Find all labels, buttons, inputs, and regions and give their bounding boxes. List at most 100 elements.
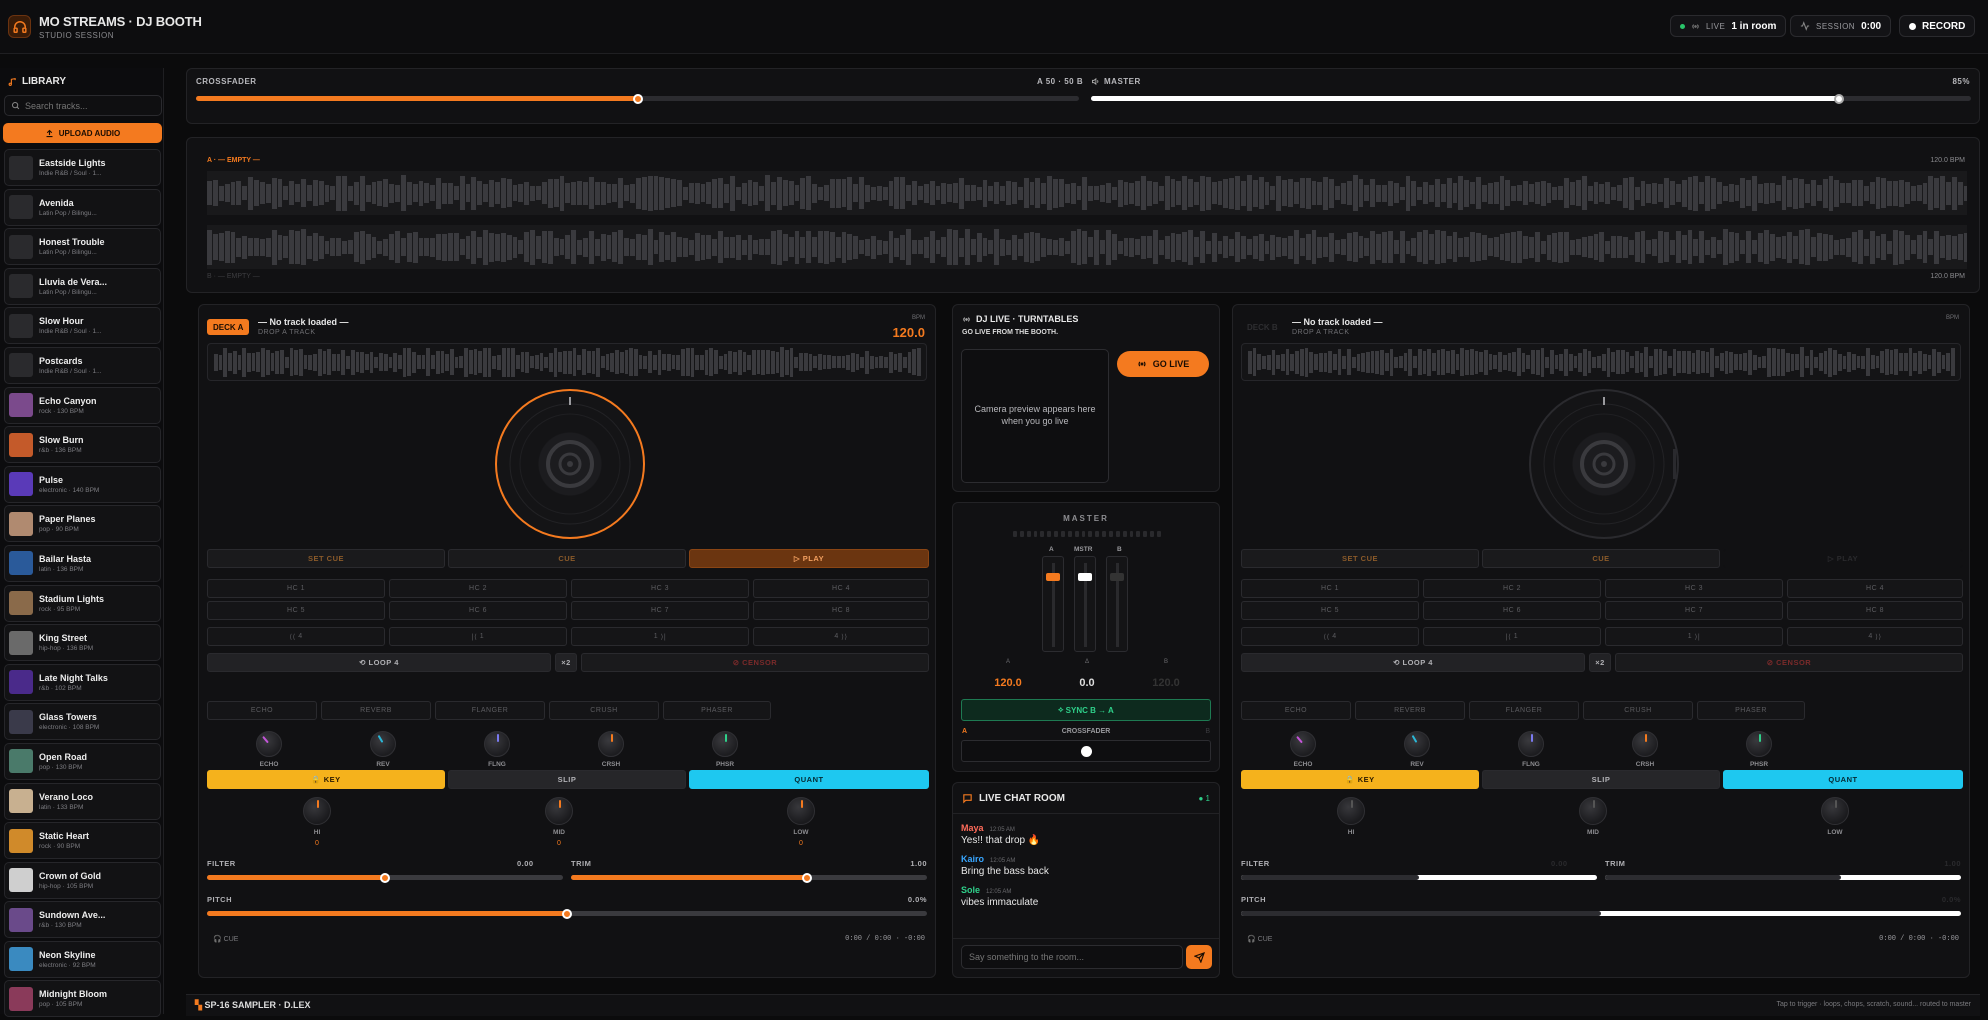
deck-b-fx-flng-knob[interactable] [1518, 731, 1544, 757]
deck-a-loop-button[interactable]: ⟲ LOOP 4 [207, 653, 551, 672]
deck-b-fx-crsh-knob[interactable] [1632, 731, 1658, 757]
track-list-item[interactable]: Honest Trouble Latin Pop / Bilingu... [4, 228, 161, 266]
deck-a-trim-slider[interactable] [571, 872, 927, 883]
track-list-item[interactable]: Sundown Ave... r&b · 130 BPM [4, 901, 161, 939]
track-list-item[interactable]: Lluvia de Vera... Latin Pop / Bilingu... [4, 267, 161, 305]
deck-a-jump-fwd-1[interactable]: 1 ⟩| [571, 627, 749, 646]
deck-b-fx-phsr-knob[interactable] [1746, 731, 1772, 757]
deck-a-jump-back-4[interactable]: ⟨⟨ 4 [207, 627, 385, 646]
deck-b-jump-fwd-4[interactable]: 4 ⟩⟩ [1787, 627, 1963, 646]
deck-b-jump-fwd-1[interactable]: 1 ⟩| [1605, 627, 1783, 646]
deck-a-hot-cue-7[interactable]: HC 7 [571, 601, 749, 620]
deck-a-hot-cue-2[interactable]: HC 2 [389, 579, 567, 598]
track-list-item[interactable]: Open Road pop · 130 BPM [4, 742, 161, 780]
deck-a-filter-slider[interactable] [207, 872, 563, 883]
deck-b-set-cue-button[interactable]: SET CUE [1241, 549, 1479, 568]
deck-a-fx-crush-button[interactable]: CRUSH [549, 701, 659, 720]
deck-a-fx-echo-button[interactable]: ECHO [207, 701, 317, 720]
pitch-handle[interactable] [562, 908, 572, 919]
track-list-item[interactable]: Avenida Latin Pop / Bilingu... [4, 188, 161, 226]
deck-a-eq-low-knob[interactable] [787, 797, 815, 825]
overview-waveform-a[interactable] [207, 171, 1967, 215]
deck-a-hot-cue-3[interactable]: HC 3 [571, 579, 749, 598]
deck-a-key-button[interactable]: 🔒 KEY [207, 770, 445, 789]
track-list-item[interactable]: Postcards Indie R&B / Soul · 1... [4, 346, 161, 384]
deck-b-fx-echo-button[interactable]: ECHO [1241, 701, 1351, 720]
crossfader-handle[interactable] [632, 93, 643, 104]
track-list-item[interactable]: Slow Hour Indie R&B / Soul · 1... [4, 307, 161, 345]
track-list-item[interactable]: Pulse electronic · 140 BPM [4, 465, 161, 503]
deck-b-hot-cue-7[interactable]: HC 7 [1605, 601, 1783, 620]
record-button[interactable]: RECORD [1899, 15, 1976, 37]
deck-a-slip-button[interactable]: SLIP [448, 770, 686, 789]
deck-b-play-button[interactable]: ▷ PLAY [1723, 549, 1963, 568]
deck-a-hot-cue-8[interactable]: HC 8 [753, 601, 929, 620]
channel-a-fader[interactable] [1042, 556, 1064, 652]
deck-a-pitch-slider[interactable] [207, 908, 927, 919]
deck-a-fx-reverb-button[interactable]: REVERB [321, 701, 431, 720]
deck-b-hot-cue-8[interactable]: HC 8 [1787, 601, 1963, 620]
sync-button[interactable]: ⟡ SYNC B → A [961, 699, 1211, 721]
deck-a-cue-toggle[interactable]: 🎧 CUE [213, 935, 238, 943]
go-live-button[interactable]: GO LIVE [1117, 351, 1209, 377]
deck-b-pitch-slider[interactable] [1241, 911, 1961, 916]
track-list-item[interactable]: Midnight Bloom pop · 105 BPM [4, 980, 161, 1018]
track-list-item[interactable]: Crown of Gold hip-hop · 105 BPM [4, 861, 161, 899]
deck-b-hot-cue-6[interactable]: HC 6 [1423, 601, 1601, 620]
deck-a-fx-echo-knob[interactable] [256, 731, 282, 757]
track-list-item[interactable]: Paper Planes pop · 90 BPM [4, 505, 161, 543]
chat-send-button[interactable] [1186, 945, 1212, 969]
deck-b-hot-cue-4[interactable]: HC 4 [1787, 579, 1963, 598]
chat-input[interactable] [969, 952, 1179, 962]
track-list-item[interactable]: King Street hip-hop · 136 BPM [4, 624, 161, 662]
deck-b-cue-toggle[interactable]: 🎧 CUE [1247, 935, 1272, 943]
deck-b-trim-slider[interactable] [1605, 875, 1961, 880]
deck-a-fx-flng-knob[interactable] [484, 731, 510, 757]
filter-handle[interactable] [380, 872, 390, 883]
deck-b-fx-phaser-button[interactable]: PHASER [1697, 701, 1805, 720]
deck-b-hot-cue-1[interactable]: HC 1 [1241, 579, 1419, 598]
deck-b-loop-button[interactable]: ⟲ LOOP 4 [1241, 653, 1585, 672]
deck-b-waveform[interactable] [1241, 343, 1961, 381]
deck-a-set-cue-button[interactable]: SET CUE [207, 549, 445, 568]
deck-b-censor-button[interactable]: ⊘ CENSOR [1615, 653, 1963, 672]
track-list-item[interactable]: Eastside Lights Indie R&B / Soul · 1... [4, 149, 161, 186]
deck-a-eq-hi-knob[interactable] [303, 797, 331, 825]
deck-a-jump-back-1[interactable]: |⟨ 1 [389, 627, 567, 646]
deck-a-platter[interactable] [495, 389, 645, 539]
crossfader-slider[interactable] [196, 93, 1079, 104]
deck-b-fx-rev-knob[interactable] [1404, 731, 1430, 757]
deck-b-fx-echo-knob[interactable] [1290, 731, 1316, 757]
track-list-item[interactable]: Verano Loco latin · 133 BPM [4, 782, 161, 820]
deck-b-eq-mid-knob[interactable] [1579, 797, 1607, 825]
deck-b-filter-slider[interactable] [1241, 875, 1597, 880]
track-list-item[interactable]: Static Heart rock · 90 BPM [4, 822, 161, 860]
deck-a-cue-button[interactable]: CUE [448, 549, 686, 568]
deck-b-slip-button[interactable]: SLIP [1482, 770, 1720, 789]
deck-a-fx-crsh-knob[interactable] [598, 731, 624, 757]
deck-b-eq-low-knob[interactable] [1821, 797, 1849, 825]
track-list-item[interactable]: Glass Towers electronic · 108 BPM [4, 703, 161, 741]
deck-a-eq-mid-knob[interactable] [545, 797, 573, 825]
deck-a-fx-rev-knob[interactable] [370, 731, 396, 757]
deck-b-loop-double[interactable]: ×2 [1589, 653, 1611, 672]
deck-b-eq-hi-knob[interactable] [1337, 797, 1365, 825]
trim-handle[interactable] [802, 872, 812, 883]
upload-audio-button[interactable]: UPLOAD AUDIO [3, 123, 162, 143]
overview-waveform-b[interactable] [207, 225, 1967, 269]
deck-b-hot-cue-2[interactable]: HC 2 [1423, 579, 1601, 598]
mini-crossfader[interactable] [961, 740, 1211, 762]
track-list-item[interactable]: Stadium Lights rock · 95 BPM [4, 584, 161, 622]
search-input[interactable] [25, 100, 155, 111]
deck-a-hot-cue-1[interactable]: HC 1 [207, 579, 385, 598]
master-volume-handle[interactable] [1834, 93, 1844, 104]
deck-a-loop-double[interactable]: ×2 [555, 653, 577, 672]
deck-a-play-button[interactable]: ▷ PLAY [689, 549, 929, 568]
deck-a-hot-cue-4[interactable]: HC 4 [753, 579, 929, 598]
deck-a-censor-button[interactable]: ⊘ CENSOR [581, 653, 929, 672]
deck-b-key-button[interactable]: 🔒 KEY [1241, 770, 1479, 789]
mini-crossfader-handle[interactable] [1081, 746, 1092, 757]
deck-a-fx-phsr-knob[interactable] [712, 731, 738, 757]
deck-b-platter[interactable] [1529, 389, 1679, 539]
deck-b-cue-button[interactable]: CUE [1482, 549, 1720, 568]
